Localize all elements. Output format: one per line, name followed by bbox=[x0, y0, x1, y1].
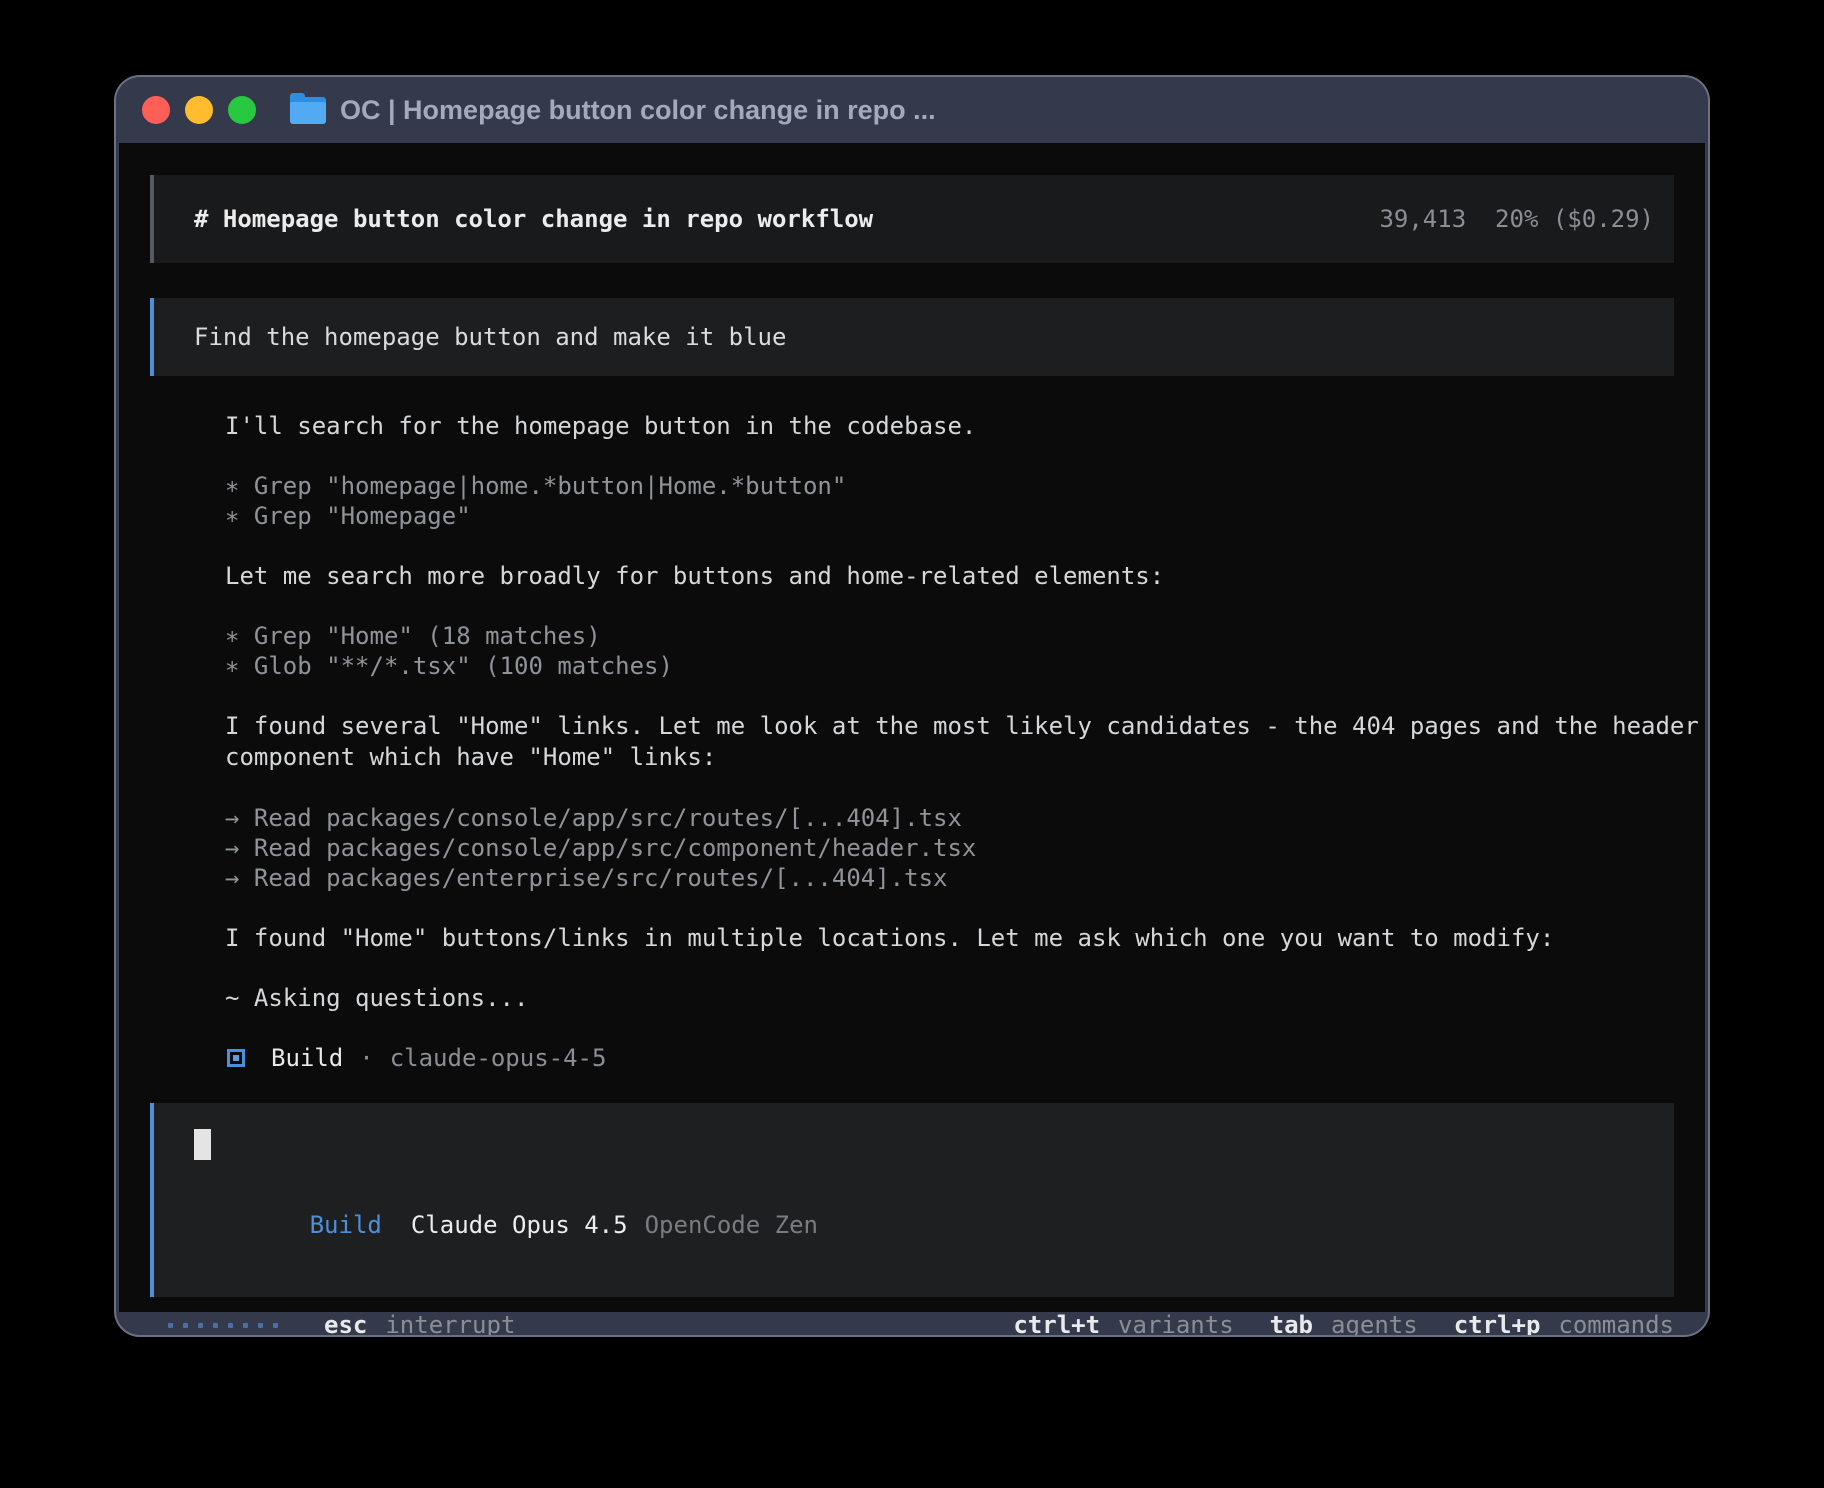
input-model-label: Claude Opus 4.5 bbox=[411, 1211, 628, 1239]
read-tool-call: → Read packages/console/app/src/routes/[… bbox=[225, 803, 1705, 833]
assistant-text: I found several "Home" links. Let me loo… bbox=[225, 711, 1705, 773]
tool-call: ∗ Grep "homepage|home.*button|Home.*butt… bbox=[225, 471, 1705, 501]
progress-spinner-icon bbox=[168, 1323, 278, 1328]
tool-call: ∗ Glob "**/*.tsx" (100 matches) bbox=[225, 651, 1705, 681]
arrow-right-icon: → bbox=[225, 804, 239, 832]
shortcut-variants: ctrl+t variants bbox=[1013, 1311, 1233, 1337]
titlebar: OC | Homepage button color change in rep… bbox=[116, 77, 1708, 143]
terminal-content: # Homepage button color change in repo w… bbox=[119, 143, 1705, 1312]
shortcut-label: agents bbox=[1331, 1311, 1418, 1337]
shortcut-commands: ctrl+p commands bbox=[1454, 1311, 1674, 1337]
tool-call-label: Grep "Home" (18 matches) bbox=[254, 622, 601, 650]
input-provider-label: OpenCode Zen bbox=[645, 1211, 818, 1239]
separator-dot: · bbox=[359, 1043, 373, 1073]
tool-call-label: Read packages/console/app/src/component/… bbox=[254, 834, 976, 862]
conversation: I'll search for the homepage button in t… bbox=[225, 411, 1705, 1073]
asterisk-icon: ∗ bbox=[225, 622, 239, 650]
close-button[interactable] bbox=[142, 96, 170, 124]
input-line bbox=[194, 1129, 1654, 1160]
session-title: # Homepage button color change in repo w… bbox=[194, 205, 873, 233]
user-message-text: Find the homepage button and make it blu… bbox=[194, 323, 786, 351]
status-right: ctrl+t variants tab agents ctrl+p comman… bbox=[977, 1311, 1674, 1337]
asterisk-icon: ∗ bbox=[225, 652, 239, 680]
tool-call-label: Read packages/console/app/src/routes/[..… bbox=[254, 804, 962, 832]
tool-call-group: ∗ Grep "homepage|home.*button|Home.*butt… bbox=[225, 471, 1705, 531]
shortcut-label: commands bbox=[1558, 1311, 1674, 1337]
read-tool-call: → Read packages/enterprise/src/routes/[.… bbox=[225, 863, 1705, 893]
shortcut-label: variants bbox=[1118, 1311, 1234, 1337]
tool-call-label: Glob "**/*.tsx" (100 matches) bbox=[254, 652, 673, 680]
tool-call-label: Grep "homepage|home.*button|Home.*button… bbox=[254, 472, 846, 500]
window-title: OC | Homepage button color change in rep… bbox=[340, 95, 936, 126]
zoom-button[interactable] bbox=[228, 96, 256, 124]
asterisk-icon: ∗ bbox=[225, 502, 239, 530]
agent-name: Build bbox=[271, 1043, 343, 1073]
working-status: ~ Asking questions... bbox=[225, 983, 1705, 1013]
prompt-input[interactable]: Build Claude Opus 4.5 OpenCode Zen bbox=[150, 1103, 1674, 1297]
session-stats: 39,413 20% ($0.29) bbox=[1379, 205, 1654, 233]
traffic-lights bbox=[116, 96, 256, 124]
agent-model: claude-opus-4-5 bbox=[390, 1043, 607, 1073]
tool-call-label: Grep "Homepage" bbox=[254, 502, 471, 530]
session-header: # Homepage button color change in repo w… bbox=[150, 175, 1674, 263]
arrow-right-icon: → bbox=[225, 834, 239, 862]
folder-icon bbox=[290, 97, 326, 124]
tool-call-group: → Read packages/console/app/src/routes/[… bbox=[225, 803, 1705, 893]
terminal-window: OC | Homepage button color change in rep… bbox=[114, 75, 1710, 1337]
tool-call: ∗ Grep "Home" (18 matches) bbox=[225, 621, 1705, 651]
model-status-line: Build Claude Opus 4.5 OpenCode Zen bbox=[194, 1183, 1654, 1267]
tool-call-group: ∗ Grep "Home" (18 matches) ∗ Glob "**/*.… bbox=[225, 621, 1705, 681]
assistant-text: I found "Home" buttons/links in multiple… bbox=[225, 923, 1705, 953]
minimize-button[interactable] bbox=[185, 96, 213, 124]
tool-call-label: Read packages/enterprise/src/routes/[...… bbox=[254, 864, 948, 892]
status-bar: esc interrupt ctrl+t variants tab agents… bbox=[150, 1311, 1674, 1337]
asterisk-icon: ∗ bbox=[225, 472, 239, 500]
tool-call: ∗ Grep "Homepage" bbox=[225, 501, 1705, 531]
arrow-right-icon: → bbox=[225, 864, 239, 892]
read-tool-call: → Read packages/console/app/src/componen… bbox=[225, 833, 1705, 863]
esc-key-label: interrupt bbox=[385, 1311, 515, 1337]
shortcut-key: ctrl+p bbox=[1454, 1311, 1541, 1337]
agent-build-icon bbox=[227, 1049, 245, 1067]
shortcut-key: ctrl+t bbox=[1013, 1311, 1100, 1337]
text-cursor bbox=[194, 1129, 211, 1160]
shortcut-agents: tab agents bbox=[1270, 1311, 1418, 1337]
assistant-text: Let me search more broadly for buttons a… bbox=[225, 561, 1705, 591]
user-message: Find the homepage button and make it blu… bbox=[150, 298, 1674, 376]
esc-key-hint: esc bbox=[324, 1311, 367, 1337]
shortcut-key: tab bbox=[1270, 1311, 1313, 1337]
agent-status-line: Build · claude-opus-4-5 bbox=[225, 1043, 1705, 1073]
input-agent-label: Build bbox=[310, 1211, 382, 1239]
status-left: esc interrupt bbox=[150, 1311, 515, 1337]
assistant-text: I'll search for the homepage button in t… bbox=[225, 411, 1705, 441]
